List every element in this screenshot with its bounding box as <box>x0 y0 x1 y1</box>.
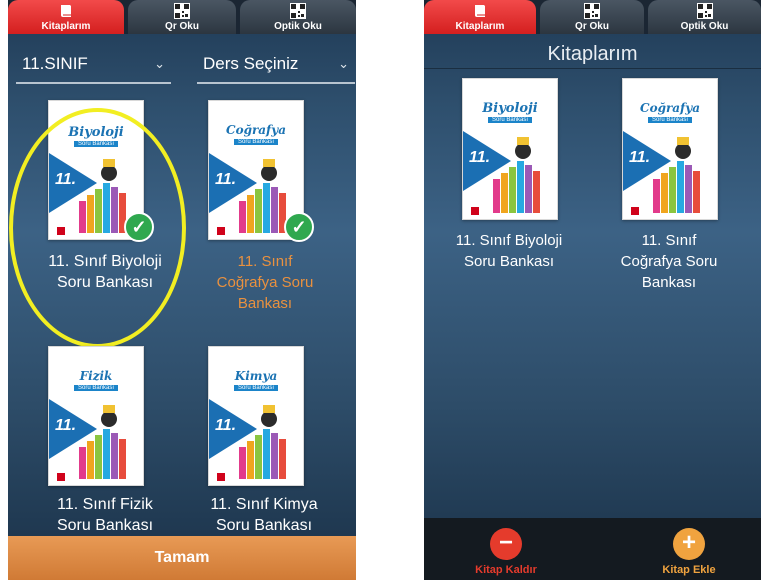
done-button[interactable]: Tamam <box>8 536 356 580</box>
book-card-kimya[interactable]: Kimya Soru Bankası 11. 11. Sınıf Kimya S… <box>200 344 340 544</box>
chevron-down-icon: ⌄ <box>338 56 349 71</box>
cover-subtitle: Soru Bankası <box>623 117 717 123</box>
tab-bar: Kitaplarım Qr Oku Optik Oku <box>424 0 761 34</box>
book-label: 11. Sınıf Coğrafya Soru Bankası <box>620 232 718 291</box>
add-book-label: Kitap Ekle <box>662 564 716 576</box>
tab-label: Optik Oku <box>274 21 322 32</box>
subject-select[interactable]: Ders Seçiniz ⌄ <box>197 50 355 84</box>
book-card-cografya[interactable]: Coğrafya Soru Bankası 11. 11. Sınıf Coğr… <box>614 76 724 296</box>
book-cover: Coğrafya Soru Bankası 11. <box>622 78 718 220</box>
selected-check-icon: ✓ <box>284 212 314 242</box>
class-select-value: 11.SINIF <box>22 54 88 73</box>
tab-label: Kitaplarım <box>41 21 91 32</box>
tab-qr-oku[interactable]: Qr Oku <box>128 0 236 34</box>
book-icon <box>61 5 71 17</box>
book-card-biyoloji[interactable]: Biyoloji Soru Bankası 11. 11. Sınıf Biyo… <box>454 76 564 276</box>
tab-kitaplarim[interactable]: Kitaplarım <box>8 0 124 34</box>
my-books-screen: Kitaplarım Qr Oku Optik Oku Kitaplarım B… <box>424 0 761 580</box>
remove-book-label: Kitap Kaldır <box>475 564 537 576</box>
cover-grade: 11. <box>215 171 237 188</box>
action-bar: − Kitap Kaldır + Kitap Ekle <box>424 518 761 580</box>
tab-optik-oku[interactable]: Optik Oku <box>648 0 761 34</box>
cover-grade: 11. <box>469 149 491 166</box>
book-label: 11. Sınıf Fizik Soru Bankası <box>56 496 154 534</box>
book-cover: Fizik Soru Bankası 11. <box>48 346 144 486</box>
class-select[interactable]: 11.SINIF ⌄ <box>16 50 171 84</box>
cover-grade: 11. <box>55 417 77 434</box>
cover-title: Fizik <box>79 369 113 383</box>
add-book-button[interactable]: + Kitap Ekle <box>644 528 734 576</box>
tab-label: Qr Oku <box>165 21 199 32</box>
qr-code-icon <box>174 3 190 19</box>
book-label: 11. Sınıf Kimya Soru Bankası <box>210 496 318 534</box>
tab-kitaplarim[interactable]: Kitaplarım <box>424 0 536 34</box>
minus-icon: − <box>490 528 522 560</box>
cover-title: Coğrafya <box>640 101 700 115</box>
cover-subtitle: Soru Bankası <box>463 117 557 123</box>
tab-bar: Kitaplarım Qr Oku Optik Oku <box>8 0 356 34</box>
cover-grade: 11. <box>215 417 237 434</box>
cover-title: Biyoloji <box>482 101 538 116</box>
cover-grade: 11. <box>629 149 651 166</box>
qr-code-icon <box>696 3 713 19</box>
tab-label: Optik Oku <box>680 21 729 32</box>
plus-icon: + <box>673 528 705 560</box>
tab-label: Kitaplarım <box>455 21 505 32</box>
chevron-down-icon: ⌄ <box>154 56 165 71</box>
qr-code-icon <box>584 3 600 19</box>
book-label: 11. Sınıf Coğrafya Soru Bankası <box>216 253 314 312</box>
book-icon <box>475 5 485 17</box>
cover-subtitle: Soru Bankası <box>49 385 143 391</box>
tab-qr-oku[interactable]: Qr Oku <box>540 0 644 34</box>
book-cover: Kimya Soru Bankası 11. <box>208 346 304 486</box>
book-cover: Biyoloji Soru Bankası 11. <box>462 78 558 220</box>
cover-title: Kimya <box>234 369 278 383</box>
book-card-fizik[interactable]: Fizik Soru Bankası 11. 11. Sınıf Fizik S… <box>40 344 170 544</box>
remove-book-button[interactable]: − Kitap Kaldır <box>461 528 551 576</box>
cover-subtitle: Soru Bankası <box>209 139 303 145</box>
highlight-circle <box>9 108 186 348</box>
subject-select-value: Ders Seçiniz <box>203 54 299 73</box>
cover-subtitle: Soru Bankası <box>209 385 303 391</box>
tab-label: Qr Oku <box>575 21 609 32</box>
qr-code-icon <box>290 3 306 19</box>
tab-optik-oku[interactable]: Optik Oku <box>240 0 356 34</box>
book-label: 11. Sınıf Biyoloji Soru Bankası <box>455 232 563 270</box>
divider <box>424 68 761 69</box>
page-title: Kitaplarım <box>547 43 638 65</box>
book-selection-screen: Kitaplarım Qr Oku Optik Oku 11.SINIF ⌄ D… <box>8 0 356 580</box>
cover-title: Coğrafya <box>226 123 286 137</box>
book-card-cografya[interactable]: Coğrafya Soru Bankası 11. ✓ 11. Sınıf Co… <box>200 98 330 318</box>
